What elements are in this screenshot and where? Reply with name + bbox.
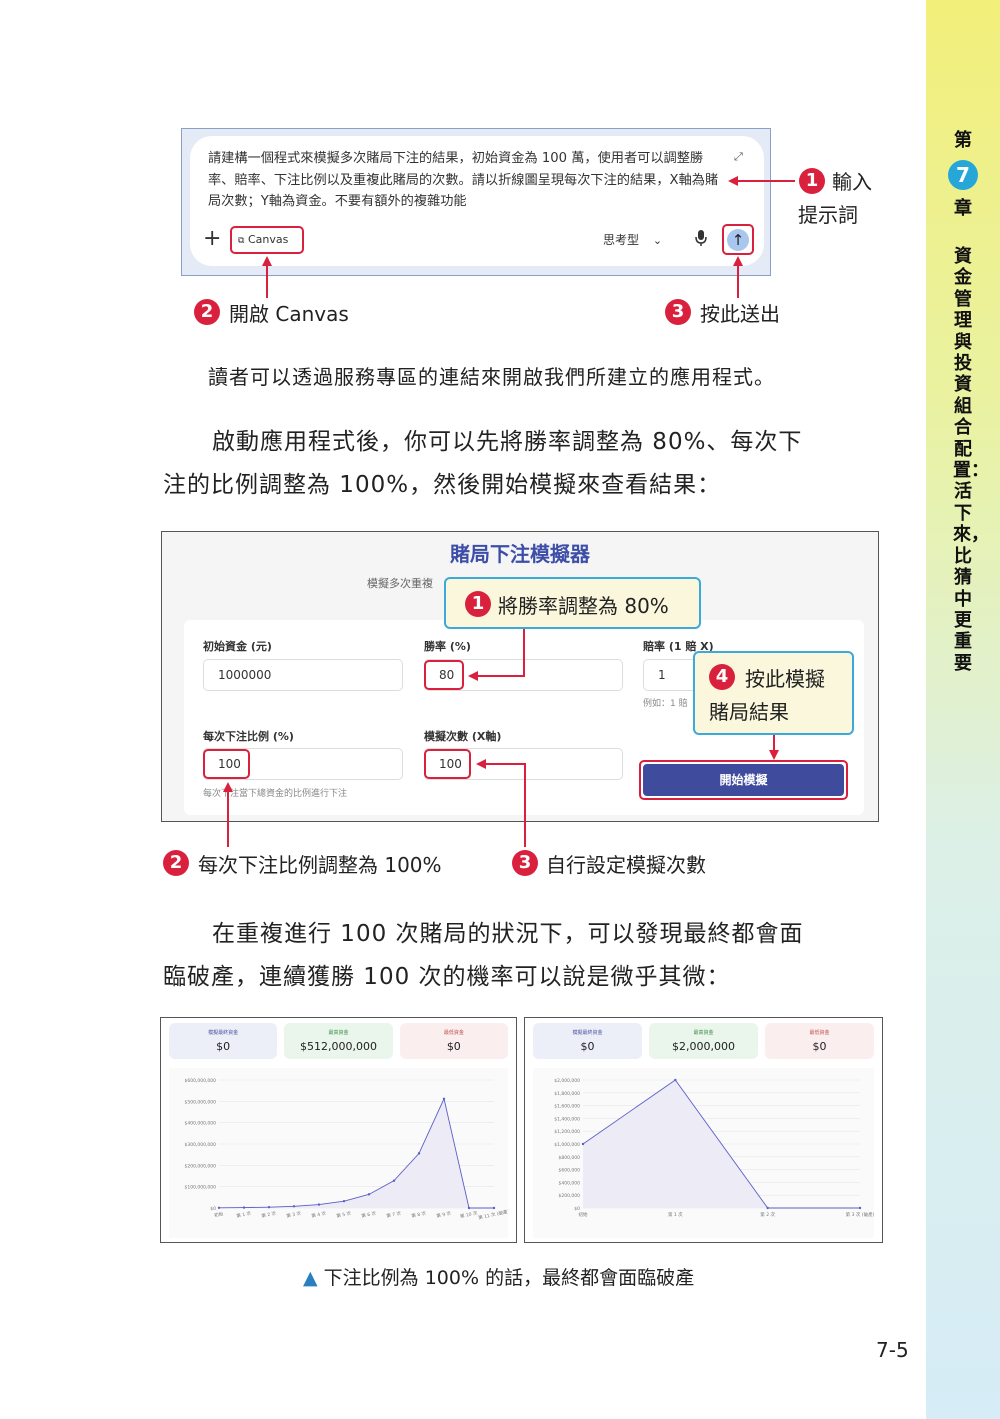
data-point bbox=[267, 1205, 271, 1209]
data-point bbox=[492, 1206, 496, 1210]
chapter-number: 7 bbox=[948, 160, 978, 190]
series-area bbox=[219, 1098, 494, 1208]
stat-card: 最高資金 $2,000,000 bbox=[649, 1023, 758, 1059]
y-tick-label: $400,000 bbox=[559, 1180, 581, 1186]
x-tick-label: 第 3 次 (破產) bbox=[846, 1211, 874, 1218]
y-tick-label: $200,000 bbox=[559, 1193, 581, 1199]
callout-sim-count: 自行設定模擬次數 bbox=[546, 853, 706, 877]
callout-bet-ratio: 每次下注比例調整為 100% bbox=[198, 853, 442, 877]
x-tick-label: 第 8 次 bbox=[411, 1209, 427, 1219]
stat-label: 最低資金 bbox=[809, 1030, 830, 1036]
stat-label: 模擬最終資金 bbox=[572, 1030, 603, 1036]
stat-value: $0 bbox=[216, 1040, 231, 1053]
y-tick-label: $200,000,000 bbox=[185, 1163, 217, 1169]
y-tick-label: $1,800,000 bbox=[554, 1091, 580, 1097]
chapter-title: 資金管理與投資組合配置：活下來，比猜中更重要 bbox=[953, 246, 989, 674]
y-tick-label: $1,600,000 bbox=[554, 1104, 580, 1110]
caption-marker: ▲ bbox=[303, 1267, 318, 1289]
x-tick-label: 第 3 次 bbox=[286, 1209, 302, 1219]
caption-text: 下注比例為 100% 的話，最終都會面臨破產 bbox=[323, 1267, 695, 1289]
stat-value: $512,000,000 bbox=[300, 1040, 377, 1053]
x-tick-label: 第 1 次 bbox=[236, 1209, 252, 1219]
data-point bbox=[766, 1206, 769, 1210]
x-tick-label: 第 11 次 (破產) bbox=[478, 1208, 508, 1221]
x-tick-label: 第 10 次 bbox=[459, 1209, 478, 1220]
data-point bbox=[242, 1206, 246, 1209]
x-tick-label: 第 4 次 bbox=[311, 1209, 327, 1219]
data-point bbox=[467, 1206, 471, 1210]
data-point bbox=[392, 1179, 396, 1182]
line-chart: $600,000,000 $500,000,000 $400,000,000 $300… bbox=[169, 1068, 508, 1238]
data-point bbox=[217, 1206, 221, 1209]
y-tick-label: $600,000,000 bbox=[185, 1078, 217, 1084]
y-tick-label: $100,000,000 bbox=[185, 1185, 217, 1191]
data-point bbox=[317, 1203, 321, 1206]
stat-card: 最高資金 $512,000,000 bbox=[284, 1023, 393, 1059]
y-tick-label: $400,000,000 bbox=[185, 1121, 217, 1127]
y-tick-label: $0 bbox=[574, 1206, 580, 1212]
page-number: 7-5 bbox=[876, 1338, 909, 1362]
stat-value: $0 bbox=[446, 1040, 461, 1053]
stat-label: 最高資金 bbox=[693, 1030, 714, 1036]
data-point bbox=[292, 1205, 296, 1208]
x-tick-label: 第 1 次 bbox=[668, 1211, 683, 1218]
y-tick-label: $1,400,000 bbox=[554, 1116, 580, 1122]
data-point bbox=[858, 1206, 862, 1210]
stat-value: $0 bbox=[580, 1040, 595, 1053]
data-point bbox=[674, 1078, 677, 1082]
x-tick-label: 第 9 次 bbox=[436, 1209, 452, 1219]
chapter-suffix: 章 bbox=[954, 198, 972, 219]
figure-caption: ▲ 下注比例為 100% 的話，最終都會面臨破產 bbox=[303, 1263, 694, 1290]
callout-arrows-sim bbox=[223, 629, 779, 847]
x-tick-label: 初始 bbox=[579, 1211, 588, 1218]
x-tick-label: 第 5 次 bbox=[336, 1209, 352, 1219]
y-tick-label: $1,000,000 bbox=[554, 1142, 580, 1148]
x-tick-label: 第 2 次 bbox=[261, 1209, 277, 1219]
stat-value: $2,000,000 bbox=[672, 1040, 735, 1053]
callout-badge-sim-3: 3 bbox=[512, 850, 538, 876]
data-point bbox=[367, 1193, 371, 1196]
y-tick-label: $0 bbox=[210, 1206, 216, 1212]
x-tick-label: 第 7 次 bbox=[386, 1209, 402, 1219]
callout-badge-sim-2: 2 bbox=[163, 850, 189, 876]
x-tick-label: 第 2 次 bbox=[760, 1211, 775, 1218]
line-chart: $2,000,000 $1,800,000 $1,600,000 $1,400,000… bbox=[533, 1068, 874, 1238]
chapter-sidebar: 第 7 章 資金管理與投資組合配置：活下來，比猜中更重要 bbox=[926, 0, 1000, 1419]
chapter-prefix: 第 bbox=[954, 130, 972, 151]
paragraph-3-line1: 在重複進行 100 次賭局的狀況下，可以發現最終都會面 bbox=[212, 921, 804, 947]
stat-label: 最高資金 bbox=[328, 1030, 349, 1036]
paragraph-3-line2: 臨破產，連續獲勝 100 次的機率可以說是微乎其微： bbox=[163, 964, 731, 990]
stat-card: 模擬最終資金 $0 bbox=[169, 1023, 278, 1059]
stat-card: 最低資金 $0 bbox=[399, 1023, 508, 1059]
y-tick-label: $2,000,000 bbox=[554, 1078, 580, 1084]
y-tick-label: $500,000,000 bbox=[185, 1099, 217, 1105]
data-point bbox=[581, 1142, 585, 1146]
y-tick-label: $800,000 bbox=[559, 1155, 581, 1161]
chart-panel-right: 模擬最終資金 $0 最高資金 $2,000,000 最低資金 $0 $2,000,000 $1… bbox=[524, 1017, 883, 1243]
y-tick-label: $600,000 bbox=[559, 1168, 581, 1174]
stat-value: $0 bbox=[812, 1040, 827, 1053]
x-tick-label: 第 6 次 bbox=[361, 1209, 377, 1219]
data-point bbox=[417, 1152, 421, 1155]
y-tick-label: $300,000,000 bbox=[185, 1142, 217, 1148]
stat-card: 模擬最終資金 $0 bbox=[533, 1023, 642, 1059]
chart-panel-left: 模擬最終資金 $0 最高資金 $512,000,000 最低資金 $0 $600,000,0… bbox=[160, 1017, 517, 1243]
data-point bbox=[442, 1097, 446, 1100]
y-tick-label: $1,200,000 bbox=[554, 1129, 580, 1135]
stat-card: 最低資金 $0 bbox=[765, 1023, 874, 1059]
stat-label: 最低資金 bbox=[443, 1030, 464, 1036]
stat-label: 模擬最終資金 bbox=[208, 1030, 239, 1036]
data-point bbox=[342, 1199, 346, 1203]
